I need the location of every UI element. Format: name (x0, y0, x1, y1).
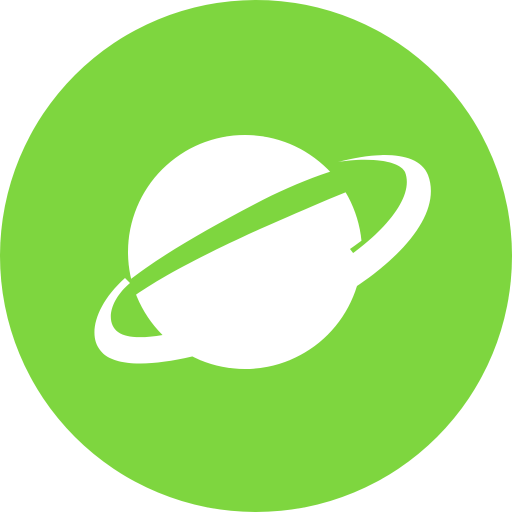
planet-icon (0, 0, 512, 512)
planet-app-icon (0, 0, 512, 512)
